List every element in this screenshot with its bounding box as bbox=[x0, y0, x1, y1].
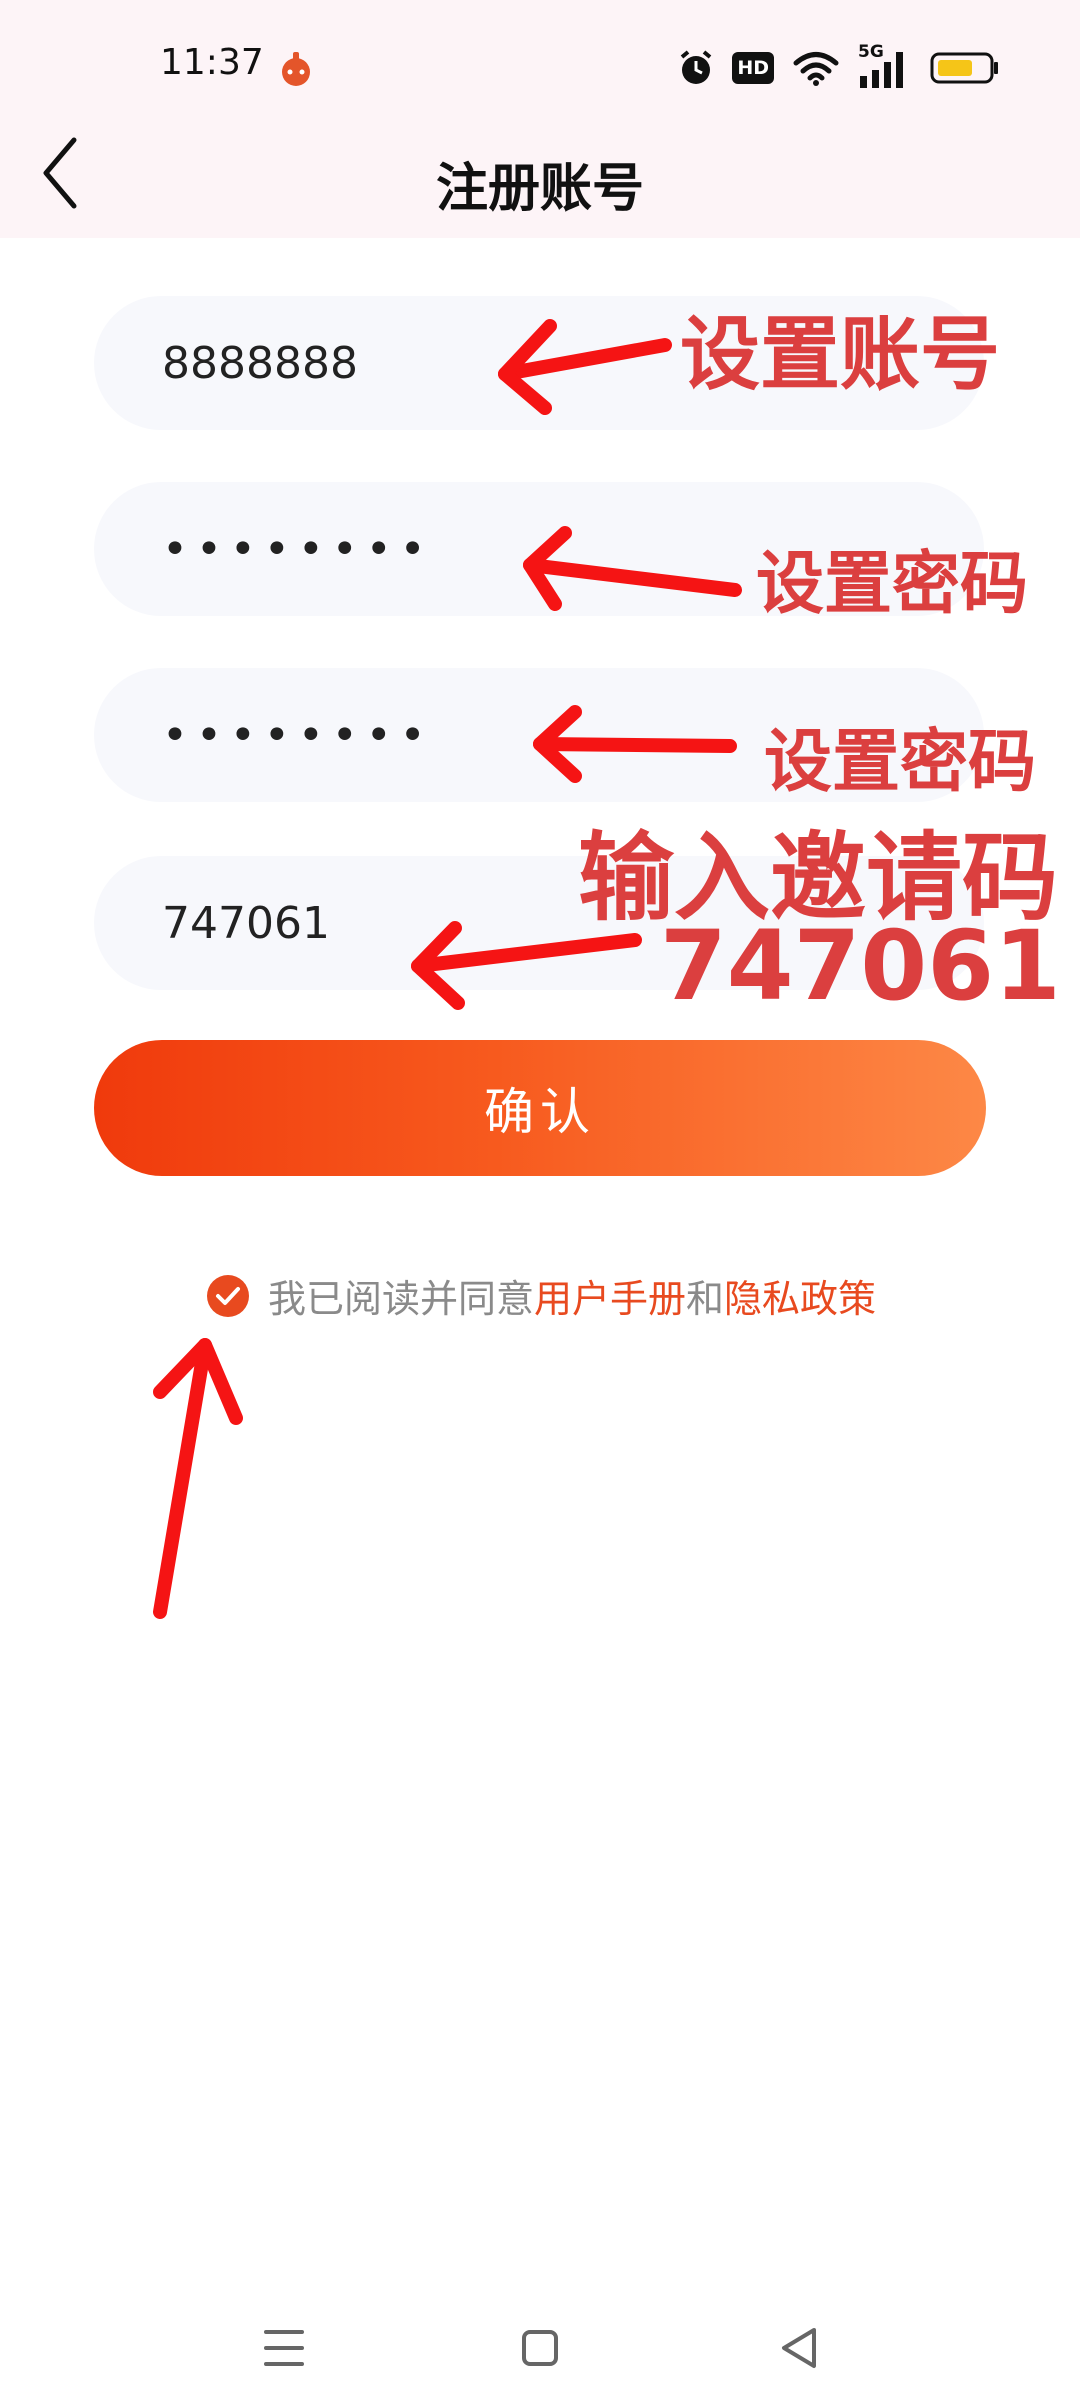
agreement-text: 我已阅读并同意用户手册和隐私政策 bbox=[268, 1268, 876, 1323]
home-icon[interactable] bbox=[500, 2308, 580, 2388]
navigation-bar bbox=[0, 2280, 1080, 2400]
agreement-row: 我已阅读并同意用户手册和隐私政策 bbox=[206, 1268, 876, 1323]
user-manual-link[interactable]: 用户手册 bbox=[534, 1277, 686, 1321]
annotation-password: 设置密码 bbox=[756, 545, 1029, 624]
agreement-and: 和 bbox=[686, 1277, 725, 1321]
agreement-prefix: 我已阅读并同意 bbox=[268, 1277, 535, 1321]
annotation-invite-line2: 747061 bbox=[660, 910, 1061, 1022]
privacy-policy-link[interactable]: 隐私政策 bbox=[724, 1277, 876, 1321]
back-triangle-icon[interactable] bbox=[760, 2308, 840, 2388]
battery-icon bbox=[930, 52, 998, 84]
5g-signal-icon: 5G bbox=[858, 42, 912, 90]
annotation-account: 设置账号 bbox=[680, 308, 1000, 401]
page-title: 注册账号 bbox=[435, 159, 644, 219]
status-bar: 11:37 HD 5G bbox=[0, 0, 1080, 106]
title-bar: 注册账号 bbox=[0, 106, 1080, 238]
status-icons: HD 5G bbox=[678, 42, 1000, 90]
arrow-agreement bbox=[153, 1338, 243, 1619]
app-notification-icon bbox=[282, 52, 310, 86]
hd-icon: HD bbox=[732, 52, 774, 84]
confirm-button[interactable]: 确认 bbox=[94, 1040, 986, 1176]
annotation-confirm-password: 设置密码 bbox=[764, 723, 1037, 802]
alarm-icon bbox=[681, 50, 712, 84]
status-time: 11:37 bbox=[160, 42, 264, 83]
wifi-icon bbox=[793, 52, 839, 86]
checkbox-checked-icon[interactable] bbox=[206, 1274, 250, 1318]
menu-icon[interactable] bbox=[244, 2308, 324, 2388]
